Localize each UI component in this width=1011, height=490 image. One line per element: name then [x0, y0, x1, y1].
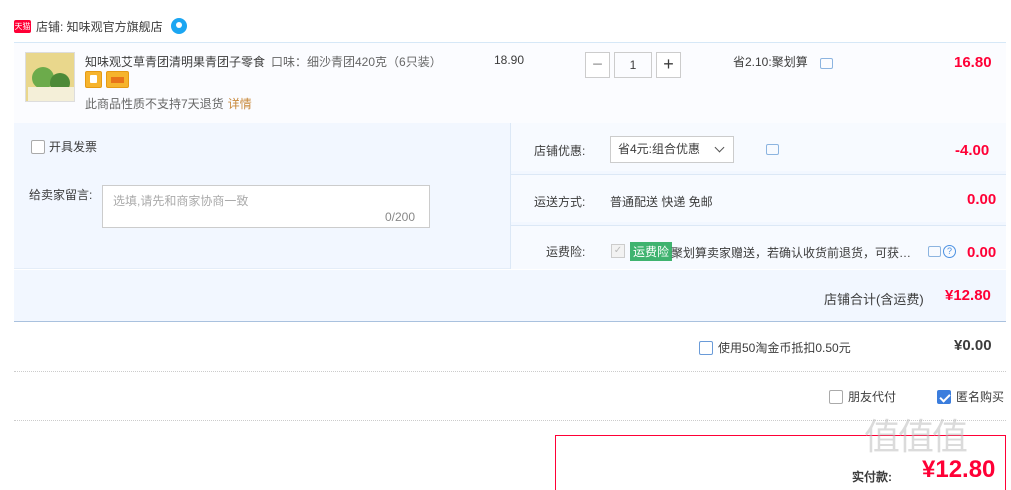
item-total: 16.80 — [954, 54, 992, 71]
product-thumbnail[interactable] — [25, 52, 75, 102]
anonymous-label: 匿名购买 — [956, 390, 1005, 404]
friend-pay-checkbox[interactable] — [829, 389, 843, 404]
message-icon[interactable] — [928, 246, 941, 257]
shop-discount-label: 店铺优惠: — [534, 144, 586, 158]
divider — [511, 174, 1006, 175]
qty-minus-button[interactable]: − — [585, 52, 610, 78]
guarantee-icon[interactable] — [85, 71, 102, 88]
insurance-icons: ? — [928, 245, 956, 258]
shop-name[interactable]: 店铺: 知味观官方旗舰店 — [36, 18, 163, 35]
pay-label: 实付款: — [852, 470, 892, 484]
product-title[interactable]: 知味观艾草青团清明果青团子零食 — [85, 53, 267, 70]
chevron-down-icon — [714, 142, 725, 153]
memo-label: 给卖家留言: — [29, 188, 93, 202]
anonymous-option[interactable]: 匿名购买 — [937, 388, 1004, 405]
invoice-checkbox[interactable] — [31, 139, 45, 154]
qty-input[interactable]: 1 — [614, 52, 652, 78]
subtotal-label: 店铺合计(含运费) — [824, 292, 924, 307]
insurance-badge: 运费险 — [630, 242, 673, 261]
insurance-label: 运费险: — [546, 245, 586, 259]
shop-header: 天猫 店铺: 知味观官方旗舰店 — [14, 16, 187, 36]
saving-note: 省2.10:聚划算 — [733, 55, 808, 69]
tmall-badge-icon: 天猫 — [14, 19, 31, 33]
memo-placeholder: 选填,请先和商家协商一致 — [113, 194, 249, 208]
card-icon[interactable] — [106, 71, 129, 88]
shipping-label: 运送方式: — [534, 195, 586, 209]
product-spec: 口味：细沙青团420克（6只装） — [271, 55, 442, 69]
coin-checkbox[interactable] — [699, 340, 713, 355]
help-icon[interactable]: ? — [943, 245, 956, 258]
shop-discount-select[interactable]: 省4元:组合优惠 — [610, 136, 734, 163]
invoice-option[interactable]: 开具发票 — [31, 138, 97, 155]
shipping-amount: 0.00 — [967, 191, 997, 208]
message-icon[interactable] — [820, 58, 833, 69]
coin-label: 使用50淘金币抵扣0.50元 — [718, 341, 851, 355]
insurance-text: 聚划算卖家赠送，若确认收货前退货，可获保险赔付 — [671, 246, 914, 260]
pay-amount: ¥12.80 — [922, 456, 996, 483]
friend-pay-option[interactable]: 朋友代付 — [829, 388, 896, 405]
divider — [510, 123, 511, 269]
no-return-notice: 此商品性质不支持7天退货 详情 — [85, 97, 252, 111]
insurance-amount: 0.00 — [967, 244, 997, 261]
divider — [511, 225, 1006, 226]
shipping-value: 普通配送 快递 免邮 — [610, 195, 713, 209]
invoice-label: 开具发票 — [49, 140, 98, 154]
watermark: 值值值 — [864, 416, 968, 457]
friend-pay-label: 朋友代付 — [848, 390, 897, 404]
message-icon[interactable] — [766, 144, 780, 155]
memo-char-count: 0/200 — [385, 210, 416, 224]
anonymous-checkbox[interactable] — [937, 389, 951, 404]
service-icons — [85, 71, 129, 88]
quantity-stepper: − 1 + — [585, 52, 681, 78]
divider — [14, 371, 1006, 372]
shop-discount-amount: -4.00 — [955, 142, 990, 159]
insurance-checkbox: ✓ — [611, 244, 625, 258]
divider — [14, 420, 1006, 421]
wangwang-icon[interactable] — [170, 18, 187, 34]
qty-plus-button[interactable]: + — [656, 52, 681, 78]
coin-option[interactable]: 使用50淘金币抵扣0.50元 — [699, 339, 851, 356]
detail-link[interactable]: 详情 — [228, 97, 252, 111]
subtotal-amount: ¥12.80 — [945, 287, 991, 304]
unit-price: 18.90 — [494, 53, 525, 67]
coin-amount: ¥0.00 — [954, 337, 992, 354]
